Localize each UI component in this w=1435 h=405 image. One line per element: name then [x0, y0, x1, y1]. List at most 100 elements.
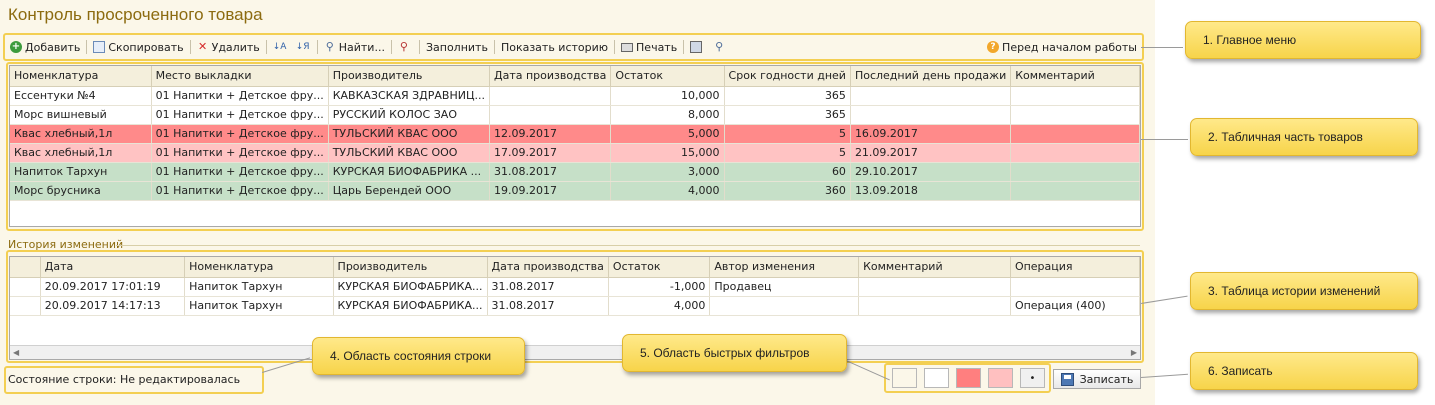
search-icon: ⚲: [325, 40, 334, 53]
table-cell: 15,000: [610, 143, 725, 163]
table-cell: 3,000: [610, 162, 725, 182]
table-cell: 31.08.2017: [487, 277, 609, 297]
table-cell: [1010, 105, 1140, 125]
table-row[interactable]: Морс вишневый 01 Напитки + Детское фру..…: [10, 105, 1140, 125]
column-header[interactable]: Дата производства: [489, 66, 612, 87]
table-cell: Морс вишневый: [10, 105, 152, 125]
zoom-button[interactable]: ⚲: [709, 37, 732, 57]
column-header[interactable]: Дата производства: [487, 257, 609, 278]
table-cell: 31.08.2017: [487, 296, 609, 316]
help-button[interactable]: ? Перед началом работы: [983, 37, 1141, 57]
add-button[interactable]: + Добавить: [6, 37, 84, 57]
column-header[interactable]: Место выкладки: [151, 66, 329, 87]
table-row[interactable]: 20.09.2017 14:17:13 Напиток Тархун КУРСК…: [10, 296, 1140, 316]
column-header[interactable]: Последний день продажи: [850, 66, 1012, 87]
callout-text: 1. Главное меню: [1203, 33, 1297, 47]
copy-button-label: Скопировать: [108, 40, 184, 54]
row-status-text: Состояние строки: Не редактировалась: [8, 373, 241, 386]
table-cell: [858, 277, 1011, 297]
table-cell: 5: [724, 143, 851, 163]
callout-leader-2: [1141, 139, 1188, 140]
table-row[interactable]: Квас хлебный,1л 01 Напитки + Детское фру…: [10, 143, 1140, 163]
table-row[interactable]: Морс брусника 01 Напитки + Детское фру..…: [10, 181, 1140, 201]
table-row[interactable]: 20.09.2017 17:01:19 Напиток Тархун КУРСК…: [10, 277, 1140, 297]
table-cell: Морс брусника: [10, 181, 152, 201]
print-preview-button[interactable]: [686, 37, 709, 57]
column-header[interactable]: Номенклатура: [184, 257, 334, 278]
toolbar-separator: [316, 40, 318, 54]
table-cell: Напиток Тархун: [184, 277, 334, 297]
table-cell: 365: [724, 86, 851, 106]
filter-pink-button[interactable]: [988, 368, 1013, 388]
table-row[interactable]: Ессентуки №4 01 Напитки + Детское фру...…: [10, 86, 1140, 106]
table-cell: [1010, 143, 1140, 163]
column-header[interactable]: Производитель: [333, 257, 488, 278]
magnifier-icon: ⚲: [715, 40, 724, 53]
toolbar-separator: [683, 40, 685, 54]
table-cell: 01 Напитки + Детское фру...: [151, 105, 329, 125]
history-horizontal-scrollbar[interactable]: ◀ ▶: [10, 345, 1140, 359]
goods-table[interactable]: Номенклатура Место выкладки Производител…: [9, 65, 1141, 227]
column-header[interactable]: Остаток: [610, 66, 725, 87]
save-button-label: Записать: [1079, 372, 1134, 386]
scroll-right-icon[interactable]: ▶: [1131, 348, 1137, 357]
save-button[interactable]: Записать: [1053, 369, 1141, 389]
column-header[interactable]: Комментарий: [858, 257, 1011, 278]
scroll-left-icon[interactable]: ◀: [13, 348, 19, 357]
callout-text: 4. Область состояния строки: [330, 349, 492, 363]
page-title: Контроль просроченного товара: [8, 5, 263, 24]
help-icon: ?: [987, 41, 1000, 53]
column-header[interactable]: Дата: [40, 257, 186, 278]
table-row[interactable]: Напиток Тархун 01 Напитки + Детское фру.…: [10, 162, 1140, 182]
copy-button[interactable]: Скопировать: [89, 37, 187, 57]
fill-button-label: Заполнить: [425, 40, 488, 54]
cancel-search-icon: ⚲: [399, 40, 408, 53]
sort-descending-button[interactable]: ↓Я: [292, 37, 315, 57]
table-cell: 29.10.2017: [850, 162, 1012, 182]
table-cell: [10, 277, 41, 297]
table-cell: Напиток Тархун: [184, 296, 334, 316]
show-history-button-label: Показать историю: [500, 40, 609, 54]
column-header[interactable]: Производитель: [328, 66, 491, 87]
find-button[interactable]: ⚲ Найти...: [320, 37, 389, 57]
callout-goods-table: 2. Табличная часть товаров: [1190, 118, 1418, 156]
table-row[interactable]: Квас хлебный,1л 01 Напитки + Детское фру…: [10, 124, 1140, 144]
delete-button[interactable]: ✕ Удалить: [193, 37, 264, 57]
toolbar-separator: [493, 40, 495, 54]
column-header[interactable]: Срок годности дней: [724, 66, 851, 87]
filter-white-button[interactable]: [924, 368, 949, 388]
column-header[interactable]: Операция: [1010, 257, 1140, 278]
column-header[interactable]: [10, 257, 41, 278]
column-header[interactable]: Номенклатура: [10, 66, 152, 87]
filter-reset-button[interactable]: •: [1020, 368, 1045, 388]
column-header[interactable]: Автор изменения: [709, 257, 860, 278]
table-header-row: Дата Номенклатура Производитель Дата про…: [10, 257, 1140, 278]
column-header[interactable]: Комментарий: [1010, 66, 1140, 87]
table-cell: 5: [724, 124, 851, 144]
table-cell: Продавец: [709, 277, 860, 297]
print-button[interactable]: Печать: [617, 37, 681, 57]
delete-button-label: Удалить: [211, 40, 260, 54]
show-history-button[interactable]: Показать историю: [497, 37, 612, 57]
dot-icon: •: [1029, 372, 1036, 384]
table-cell: [1010, 181, 1140, 201]
cancel-search-button[interactable]: ⚲: [394, 37, 417, 57]
copy-icon: [93, 41, 106, 53]
table-cell: [489, 105, 612, 125]
table-cell: Царь Берендей ООО: [328, 181, 491, 201]
fill-button[interactable]: Заполнить: [422, 37, 492, 57]
floppy-disk-icon: [1060, 372, 1074, 386]
table-cell: [850, 105, 1012, 125]
table-cell: [1010, 124, 1140, 144]
table-cell: 360: [724, 181, 851, 201]
history-section-divider: [116, 245, 1140, 246]
sort-ascending-button[interactable]: ↓A: [269, 37, 292, 57]
table-cell: Операция (400): [1010, 296, 1140, 316]
toolbar-separator: [614, 40, 616, 54]
filter-all-button[interactable]: [892, 368, 917, 388]
table-cell: 01 Напитки + Детское фру...: [151, 181, 329, 201]
table-cell: [1010, 277, 1140, 297]
column-header[interactable]: Остаток: [608, 257, 711, 278]
table-cell: 13.09.2018: [850, 181, 1012, 201]
filter-red-button[interactable]: [956, 368, 981, 388]
